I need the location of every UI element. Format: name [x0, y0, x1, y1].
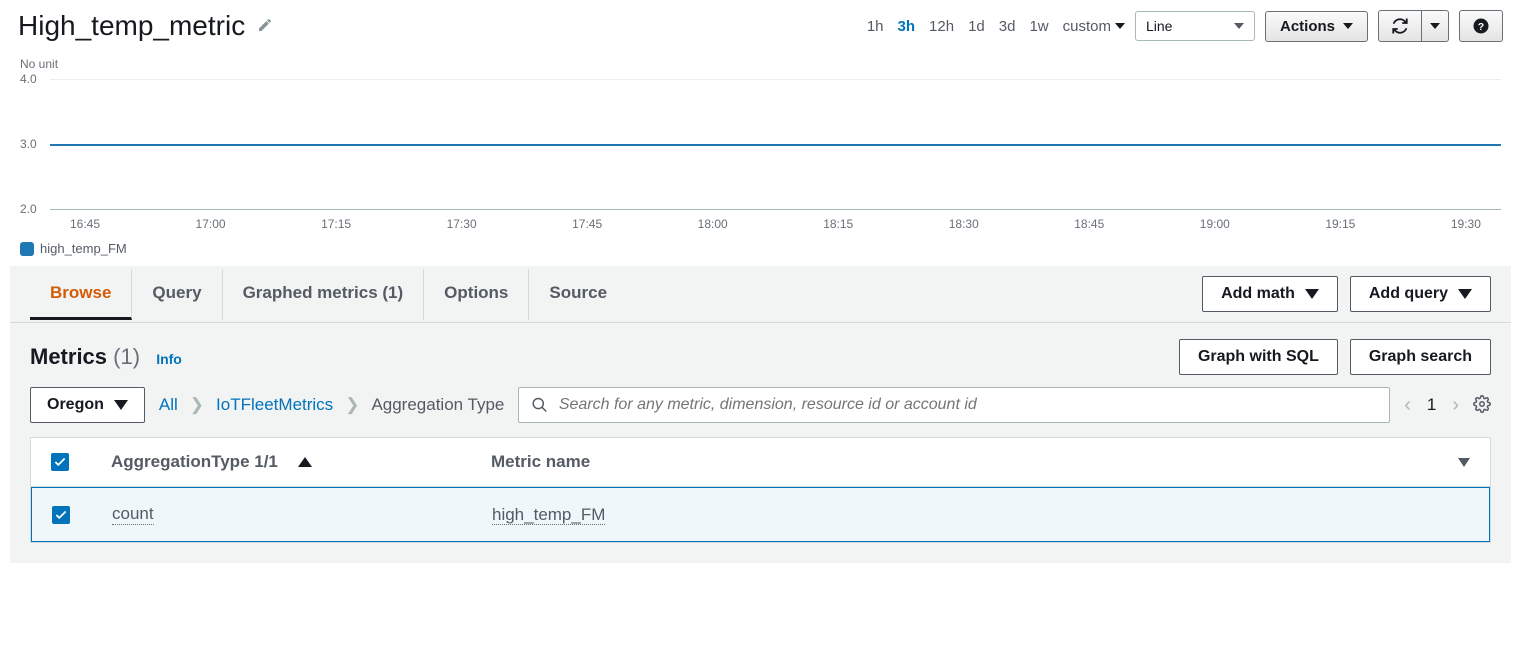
x-tick: 17:30 — [447, 217, 477, 231]
triangle-down-icon — [1305, 289, 1319, 299]
graph-with-sql-button[interactable]: Graph with SQL — [1179, 339, 1338, 375]
y-axis-label: No unit — [20, 57, 1501, 71]
page-number: 1 — [1427, 395, 1436, 415]
region-select[interactable]: Oregon — [30, 387, 145, 423]
x-tick: 18:15 — [823, 217, 853, 231]
x-tick: 18:30 — [949, 217, 979, 231]
y-tick: 2.0 — [20, 202, 37, 216]
column-aggregation-type[interactable]: AggregationType 1/1 — [111, 452, 491, 472]
x-tick: 19:30 — [1451, 217, 1481, 231]
x-tick: 19:15 — [1325, 217, 1355, 231]
metrics-heading: Metrics (1) — [30, 344, 146, 369]
add-math-label: Add math — [1221, 285, 1295, 303]
chevron-right-icon: ❯ — [190, 395, 204, 415]
tab-source[interactable]: Source — [529, 269, 627, 320]
refresh-icon — [1391, 17, 1409, 35]
info-link[interactable]: Info — [156, 351, 182, 367]
tab-query[interactable]: Query — [132, 269, 222, 320]
x-axis — [50, 209, 1501, 210]
help-button[interactable]: ? — [1459, 10, 1503, 42]
metrics-title-text: Metrics — [30, 344, 107, 369]
time-range-12h[interactable]: 12h — [929, 18, 954, 35]
time-range-custom[interactable]: custom — [1063, 18, 1125, 35]
x-tick: 17:00 — [196, 217, 226, 231]
tab-options[interactable]: Options — [424, 269, 529, 320]
search-icon — [531, 396, 548, 414]
column-metric-name[interactable]: Metric name — [491, 452, 1430, 472]
next-page-button[interactable]: › — [1452, 394, 1459, 417]
row-checkbox[interactable] — [52, 506, 70, 524]
pager: ‹ 1 › — [1404, 394, 1459, 417]
metrics-table: AggregationType 1/1 Metric name count hi… — [30, 437, 1491, 543]
time-range-1h[interactable]: 1h — [867, 18, 884, 35]
custom-label: custom — [1063, 18, 1111, 35]
refresh-button[interactable] — [1378, 10, 1422, 42]
column-agg-label: AggregationType 1/1 — [111, 452, 278, 472]
filter-icon[interactable] — [1458, 458, 1470, 467]
actions-label: Actions — [1280, 18, 1335, 35]
breadcrumb-current: Aggregation Type — [371, 395, 504, 415]
edit-title-icon[interactable] — [257, 17, 273, 36]
check-icon — [53, 455, 67, 469]
graph-search-button[interactable]: Graph search — [1350, 339, 1491, 375]
actions-button[interactable]: Actions — [1265, 11, 1368, 42]
search-box[interactable] — [518, 387, 1390, 423]
data-line — [50, 144, 1501, 146]
check-icon — [54, 508, 68, 522]
help-icon: ? — [1472, 17, 1490, 35]
triangle-down-icon — [114, 400, 128, 410]
page-title: High_temp_metric — [18, 10, 245, 42]
row-metric-value: high_temp_FM — [492, 505, 605, 525]
refresh-menu-button[interactable] — [1422, 10, 1449, 42]
chevron-right-icon: ❯ — [345, 395, 359, 415]
x-tick: 17:15 — [321, 217, 351, 231]
time-range-1w[interactable]: 1w — [1029, 18, 1048, 35]
chart: No unit 4.0 3.0 2.0 16:45 17:00 17:15 17… — [0, 42, 1521, 266]
breadcrumb: All ❯ IoTFleetMetrics ❯ Aggregation Type — [159, 395, 505, 415]
time-range-picker: 1h 3h 12h 1d 3d 1w custom — [867, 18, 1125, 35]
region-value: Oregon — [47, 396, 104, 414]
sort-asc-icon — [298, 457, 312, 467]
tab-browse[interactable]: Browse — [30, 269, 132, 320]
caret-down-icon — [1430, 23, 1440, 29]
prev-page-button[interactable]: ‹ — [1404, 394, 1411, 417]
triangle-down-icon — [1458, 289, 1472, 299]
table-row[interactable]: count high_temp_FM — [31, 487, 1490, 542]
caret-down-icon — [1115, 23, 1125, 29]
row-aggregation-value: count — [112, 504, 154, 525]
time-range-3d[interactable]: 3d — [999, 18, 1016, 35]
gear-icon — [1473, 395, 1491, 413]
x-tick: 18:45 — [1074, 217, 1104, 231]
y-tick: 3.0 — [20, 137, 37, 151]
tab-graphed-metrics[interactable]: Graphed metrics (1) — [223, 269, 425, 320]
table-header: AggregationType 1/1 Metric name — [31, 438, 1490, 487]
time-range-3h[interactable]: 3h — [898, 18, 916, 35]
select-all-checkbox[interactable] — [51, 453, 69, 471]
chart-type-value: Line — [1146, 18, 1172, 34]
chart-type-select[interactable]: Line — [1135, 11, 1255, 41]
y-tick: 4.0 — [20, 72, 37, 86]
breadcrumb-namespace[interactable]: IoTFleetMetrics — [216, 395, 333, 415]
add-query-button[interactable]: Add query — [1350, 276, 1491, 312]
time-range-1d[interactable]: 1d — [968, 18, 985, 35]
legend[interactable]: high_temp_FM — [20, 241, 1501, 256]
add-math-button[interactable]: Add math — [1202, 276, 1338, 312]
add-query-label: Add query — [1369, 285, 1448, 303]
svg-text:?: ? — [1478, 21, 1484, 33]
legend-label: high_temp_FM — [40, 241, 127, 256]
tabs: Browse Query Graphed metrics (1) Options… — [30, 269, 627, 320]
caret-down-icon — [1343, 23, 1353, 29]
x-tick: 18:00 — [698, 217, 728, 231]
x-tick: 16:45 — [70, 217, 100, 231]
search-input[interactable] — [559, 396, 1377, 414]
metrics-count: (1) — [113, 344, 140, 369]
x-tick: 19:00 — [1200, 217, 1230, 231]
x-tick: 17:45 — [572, 217, 602, 231]
settings-button[interactable] — [1473, 395, 1491, 416]
gridline — [50, 79, 1501, 80]
breadcrumb-all[interactable]: All — [159, 395, 178, 415]
caret-down-icon — [1234, 23, 1244, 29]
legend-swatch-icon — [20, 242, 34, 256]
